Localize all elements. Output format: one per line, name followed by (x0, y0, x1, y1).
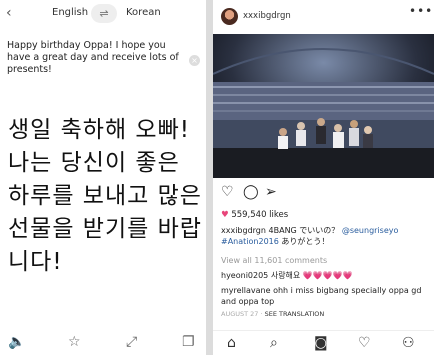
profile-icon[interactable]: ⚇ (402, 335, 415, 351)
instagram-post-panel: xxxibgdrgn ••• ♡ ◯ ➢ ♥ 559,540 likes xxx… (213, 0, 434, 355)
expand-icon[interactable]: ⤢ (126, 334, 137, 350)
bottom-navigation: ⌂ ⌕ ◙ ♡ ⚇ (213, 330, 434, 355)
more-options-icon[interactable]: ••• (409, 4, 433, 18)
source-text[interactable]: Happy birthday Oppa! I hope you have a g… (7, 40, 182, 76)
translated-text: 생일 축하해 오빠! 나는 당신이 좋은 하루를 보내고 많은 선물을 받기를 … (8, 117, 202, 275)
avatar[interactable] (221, 8, 238, 25)
post-meta: AUGUST 27 · SEE TRANSLATION (221, 310, 325, 318)
post-actions: ♡ ◯ ➢ (213, 183, 434, 205)
view-all-comments[interactable]: View all 11,601 comments (221, 256, 327, 265)
post-header: xxxibgdrgn ••• (213, 0, 434, 34)
comment-text: 사랑해요 (270, 271, 301, 280)
search-icon[interactable]: ⌕ (270, 335, 278, 351)
share-icon[interactable]: ➢ (265, 184, 277, 200)
copy-icon[interactable]: ❐ (182, 334, 195, 350)
star-icon[interactable]: ☆ (68, 334, 81, 350)
post-username[interactable]: xxxibgdrgn (243, 11, 291, 21)
caption-tail: ありがとう！ (281, 236, 330, 246)
see-translation-link[interactable]: SEE TRANSLATION (265, 310, 325, 318)
post-date: AUGUST 27 (221, 310, 259, 318)
likes-heart-icon: ♥ (221, 210, 229, 220)
caption-username[interactable]: xxxibgdrgn (221, 226, 266, 235)
speaker-icon[interactable]: 🔈 (8, 334, 25, 350)
caption-text: 4BANG でいいの？ (268, 226, 340, 235)
comment-icon[interactable]: ◯ (243, 184, 259, 200)
translator-toolbar: 🔈 ☆ ⤢ ❐ (0, 330, 206, 355)
comment-username[interactable]: hyeoni0205 (221, 271, 268, 280)
home-icon[interactable]: ⌂ (227, 335, 236, 351)
post-caption: xxxibgdrgn 4BANG でいいの？ @seungriseyo #Ana… (221, 226, 431, 247)
caption-mention[interactable]: @seungriseyo (342, 226, 399, 235)
comment-item: hyeoni0205 사랑해요 💗💗💗💗💗 (221, 270, 353, 281)
post-photo[interactable] (213, 34, 434, 178)
comment-hearts: 💗💗💗💗💗 (302, 271, 353, 280)
clear-icon[interactable]: × (189, 55, 200, 66)
heart-icon[interactable]: ♡ (358, 335, 371, 351)
comment-username[interactable]: myrellavane (221, 286, 271, 295)
source-language[interactable]: English (52, 7, 88, 18)
like-icon[interactable]: ♡ (221, 184, 234, 200)
translator-header: ‹ English ⇌ Korean (0, 0, 206, 28)
likes-count[interactable]: ♥ 559,540 likes (221, 210, 288, 220)
swap-languages-icon[interactable]: ⇌ (91, 4, 117, 23)
comment-item: myrellavane ohh i miss bigbang specially… (221, 286, 426, 307)
caption-hashtag[interactable]: #Anation2016 (221, 237, 279, 246)
translator-panel: ‹ English ⇌ Korean Happy birthday Oppa! … (0, 0, 206, 355)
camera-icon[interactable]: ◙ (314, 335, 328, 351)
back-icon[interactable]: ‹ (6, 5, 12, 21)
target-language[interactable]: Korean (126, 7, 161, 18)
